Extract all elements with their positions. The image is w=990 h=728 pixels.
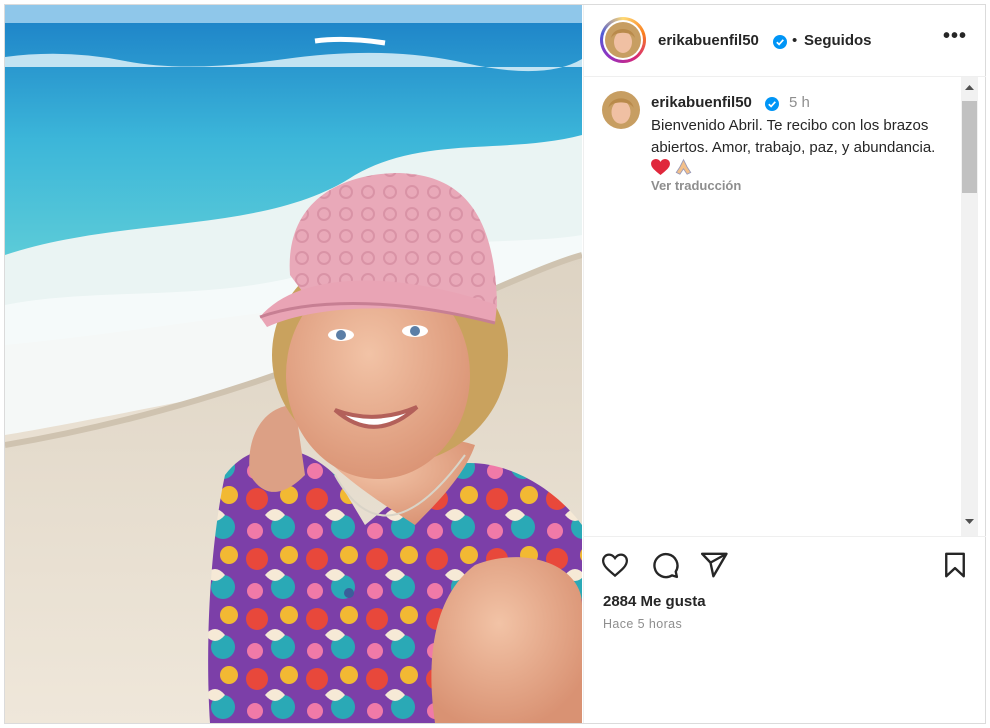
header-username-link[interactable]: erikabuenfil50 <box>658 32 759 49</box>
caption-text: Bienvenido Abril. Te recibo con los braz… <box>651 115 956 183</box>
scrollbar-thumb[interactable] <box>962 101 977 193</box>
verified-badge-icon <box>765 96 779 114</box>
caption-avatar[interactable] <box>602 91 640 129</box>
caption-timestamp[interactable]: 5 h <box>789 94 810 111</box>
post-dialog: erikabuenfil50 • Seguidos ••• erikabuenf… <box>4 4 986 724</box>
comments-area[interactable]: erikabuenfil50 5 h Bienvenido Abril. Te … <box>584 77 986 537</box>
post-actions-bar <box>584 550 986 582</box>
likes-count[interactable]: 2884 Me gusta <box>603 593 706 610</box>
verified-badge-icon <box>773 34 787 52</box>
avatar[interactable] <box>605 22 641 58</box>
story-ring[interactable] <box>600 17 646 63</box>
separator-dot: • <box>792 32 798 49</box>
scroll-down-arrow-icon[interactable] <box>961 514 978 528</box>
caption-username-link[interactable]: erikabuenfil50 <box>651 94 752 111</box>
post-timestamp[interactable]: Hace 5 horas <box>603 617 682 631</box>
more-options-icon[interactable]: ••• <box>940 26 970 51</box>
beach-selfie-image <box>5 5 582 723</box>
scroll-up-arrow-icon[interactable] <box>961 81 978 95</box>
post-header: erikabuenfil50 • Seguidos ••• <box>584 5 986 77</box>
see-translation-link[interactable]: Ver traducción <box>651 178 741 193</box>
save-icon[interactable] <box>940 550 970 580</box>
scrollbar[interactable] <box>961 77 978 536</box>
post-side-panel: erikabuenfil50 • Seguidos ••• erikabuenf… <box>583 5 986 723</box>
comment-icon[interactable] <box>650 550 680 580</box>
following-button[interactable]: Seguidos <box>804 32 872 49</box>
share-icon[interactable] <box>699 550 729 580</box>
caption-body: Bienvenido Abril. Te recibo con los braz… <box>651 117 936 156</box>
post-photo[interactable] <box>5 5 582 723</box>
heart-icon[interactable] <box>600 550 630 580</box>
